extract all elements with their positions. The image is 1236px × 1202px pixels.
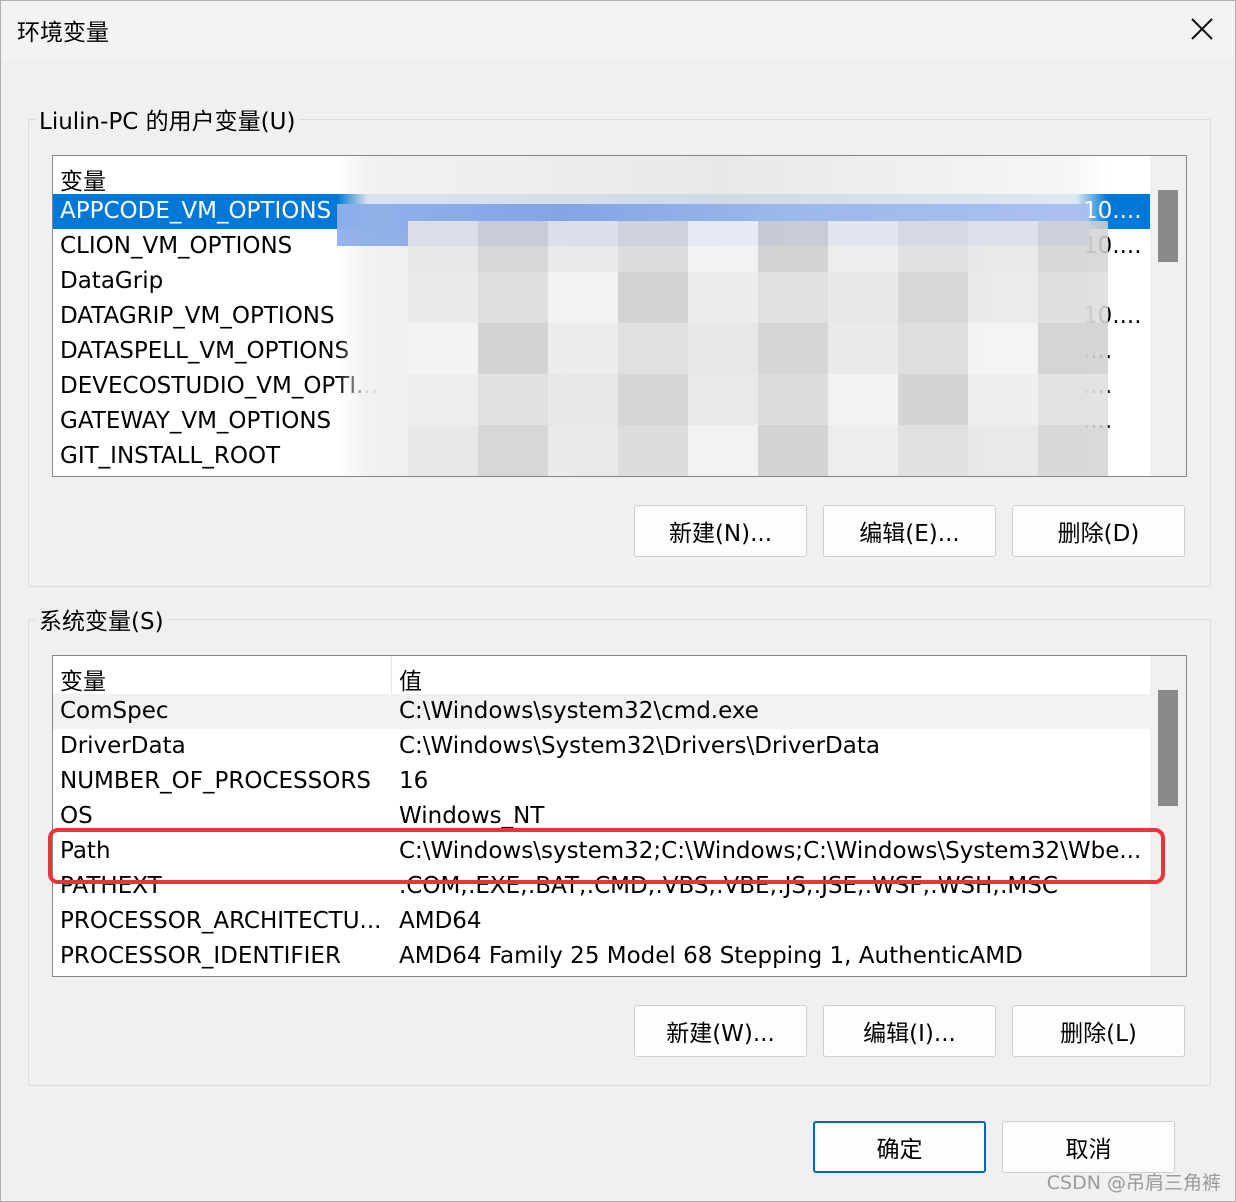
variable-value: 16 (399, 768, 429, 794)
user-delete-button[interactable]: 删除(D) (1012, 505, 1185, 557)
variable-value: C:\Windows\system32\cmd.exe (399, 698, 759, 724)
user-variable-row[interactable]: DATAGRIP_VM_OPTIONS 10.... (53, 299, 1150, 334)
user-variable-row[interactable]: GIT_INSTALL_ROOT (53, 439, 1150, 474)
system-variable-row[interactable]: PROCESSOR_ARCHITECTU... AMD64 (53, 904, 1150, 939)
system-variable-row[interactable]: NUMBER_OF_PROCESSORS 16 (53, 764, 1150, 799)
variable-name: GATEWAY_VM_OPTIONS (60, 408, 332, 434)
variable-value: 10.... (1083, 198, 1142, 224)
user-variable-row[interactable]: DataGrip (53, 264, 1150, 299)
header-variable[interactable]: 变量 (60, 662, 106, 696)
variable-name: APPCODE_VM_OPTIONS (60, 198, 332, 224)
variable-value: C:\Windows\system32;C:\Windows;C:\Window… (399, 838, 1142, 864)
variable-name: ComSpec (60, 698, 169, 724)
close-button[interactable] (1177, 7, 1227, 51)
system-list-scroll-thumb[interactable] (1158, 690, 1178, 806)
header-separator[interactable] (391, 656, 392, 694)
user-edit-button[interactable]: 编辑(E)... (823, 505, 996, 557)
user-variables-title: Liulin-PC 的用户变量(U) (35, 102, 300, 136)
user-variable-row[interactable]: APPCODE_VM_OPTIONS 10.... (53, 194, 1150, 229)
system-variable-row[interactable]: OS Windows_NT (53, 799, 1150, 834)
user-variables-group: Liulin-PC 的用户变量(U) 变量 APPCODE_VM_OPTIONS… (28, 102, 1211, 587)
variable-name: OS (60, 803, 93, 829)
header-value[interactable]: 值 (399, 662, 422, 696)
variable-name: DriverData (60, 733, 186, 759)
variable-name: Path (60, 838, 111, 864)
variable-value: 10.... (1083, 303, 1142, 329)
variable-name: PATHEXT (60, 873, 162, 899)
user-list-scroll-thumb[interactable] (1158, 190, 1178, 262)
system-list-header: 变量 值 (53, 656, 1150, 696)
user-list-scrollbar[interactable] (1150, 156, 1186, 476)
system-variable-row[interactable]: ComSpec C:\Windows\system32\cmd.exe (53, 694, 1150, 729)
variable-value: .COM;.EXE;.BAT;.CMD;.VBS;.VBE;.JS;.JSE;.… (399, 873, 1058, 899)
variable-name: GIT_INSTALL_ROOT (60, 443, 281, 469)
variable-value: .... (1083, 408, 1113, 434)
user-variables-list[interactable]: 变量 APPCODE_VM_OPTIONS 10.... CLION_VM_OPTI… (52, 155, 1187, 477)
variable-name: DATAGRIP_VM_OPTIONS (60, 303, 335, 329)
system-variables-list[interactable]: 变量 值 ComSpec C:\Windows\system32\cmd.exe D… (52, 655, 1187, 977)
environment-variables-dialog: 环境变量 Liulin-PC 的用户变量(U) 变量 APPCODE_VM_OP… (0, 0, 1236, 1202)
system-variables-rows: 变量 值 ComSpec C:\Windows\system32\cmd.exe D… (53, 656, 1150, 976)
system-variable-row[interactable]: PROCESSOR_IDENTIFIER AMD64 Family 25 Mode… (53, 939, 1150, 974)
variable-name: NUMBER_OF_PROCESSORS (60, 768, 371, 794)
user-variable-row[interactable]: DATASPELL_VM_OPTIONS.... (53, 334, 1150, 369)
user-variable-row[interactable]: DEVECOSTUDIO_VM_OPTI....... (53, 369, 1150, 404)
system-list-scrollbar[interactable] (1150, 656, 1186, 976)
watermark: CSDN @吊肩三角裤 (1046, 1172, 1221, 1194)
variable-name: DATASPELL_VM_OPTIONS (60, 338, 350, 364)
user-variable-row[interactable]: CLION_VM_OPTIONS 10.... (53, 229, 1150, 264)
variable-name: PROCESSOR_ARCHITECTU... (60, 908, 382, 934)
variable-name: DEVECOSTUDIO_VM_OPTI... (60, 373, 379, 399)
title-bar: 环境变量 (1, 1, 1235, 59)
variable-value: .... (1083, 373, 1113, 399)
user-new-button[interactable]: 新建(N)... (634, 505, 807, 557)
system-variables-group: 系统变量(S) 变量 值 ComSpec C:\Windows\system32\… (28, 602, 1211, 1086)
close-icon (1191, 18, 1213, 40)
system-edit-button[interactable]: 编辑(I)... (823, 1005, 996, 1057)
variable-value: AMD64 (399, 908, 482, 934)
cancel-button[interactable]: 取消 (1002, 1121, 1175, 1173)
variable-value: Windows_NT (399, 803, 545, 829)
user-variable-row[interactable]: GATEWAY_VM_OPTIONS.... (53, 404, 1150, 439)
system-new-button[interactable]: 新建(W)... (634, 1005, 807, 1057)
ok-button[interactable]: 确定 (813, 1121, 986, 1173)
system-variable-row[interactable]: PATHEXT .COM;.EXE;.BAT;.CMD;.VBS;.VBE;.JS… (53, 869, 1150, 904)
system-delete-button[interactable]: 删除(L) (1012, 1005, 1185, 1057)
variable-name: CLION_VM_OPTIONS (60, 233, 293, 259)
system-variables-title: 系统变量(S) (35, 602, 168, 636)
variable-value: AMD64 Family 25 Model 68 Stepping 1, Aut… (399, 943, 1023, 969)
variable-value: .... (1083, 338, 1113, 364)
variable-name: PROCESSOR_IDENTIFIER (60, 943, 341, 969)
system-variable-row[interactable]: DriverData C:\Windows\System32\Drivers\Dr… (53, 729, 1150, 764)
user-variables-rows: 变量 APPCODE_VM_OPTIONS 10.... CLION_VM_OPTI… (53, 156, 1150, 476)
variable-value: 10.... (1083, 233, 1142, 259)
variable-name: DataGrip (60, 268, 164, 294)
user-list-header: 变量 (53, 156, 1150, 196)
system-variable-row[interactable]: Path C:\Windows\system32;C:\Windows;C:\Wi… (53, 834, 1150, 869)
variable-value: C:\Windows\System32\Drivers\DriverData (399, 733, 880, 759)
header-variable[interactable]: 变量 (60, 162, 106, 196)
window-title: 环境变量 (17, 20, 109, 46)
